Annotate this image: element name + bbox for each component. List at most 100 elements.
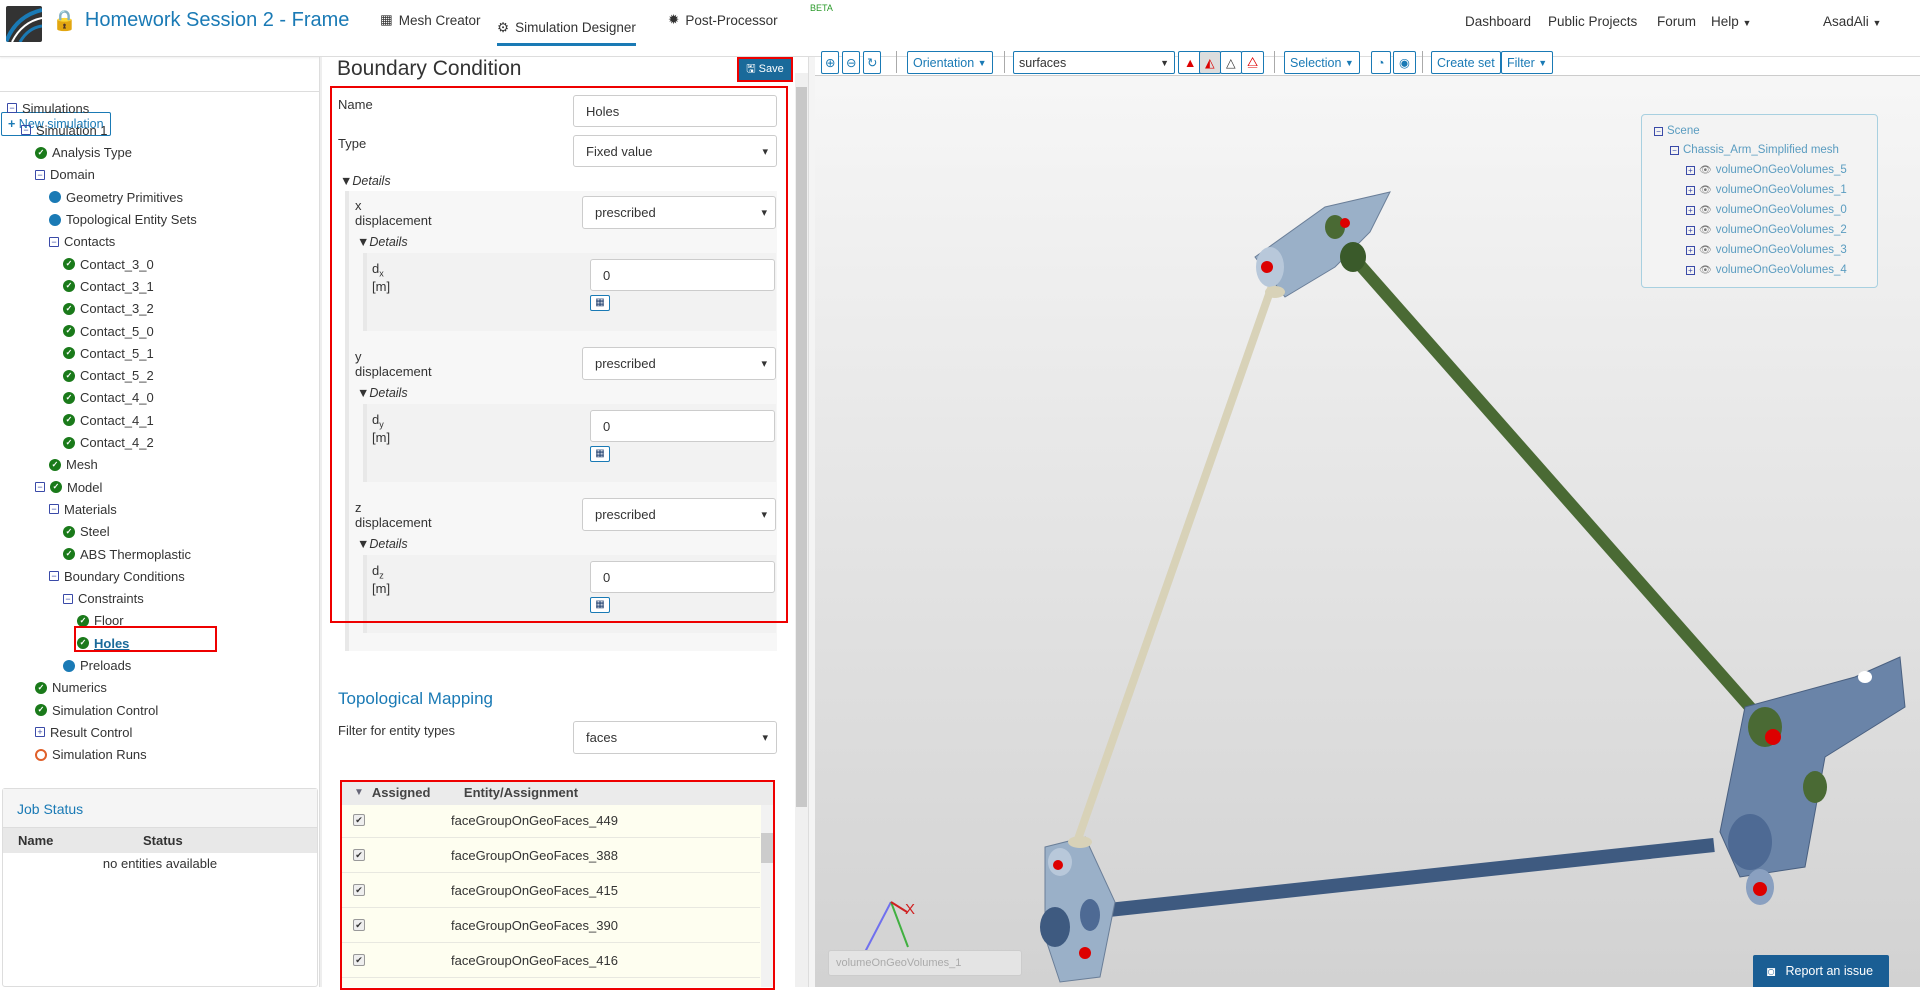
- expand-icon[interactable]: +: [1686, 185, 1695, 195]
- eye-icon[interactable]: 👁: [1699, 245, 1712, 256]
- displacement-value-input[interactable]: 0: [590, 410, 775, 442]
- tree-item[interactable]: ✓ Contact_5_0: [63, 321, 154, 341]
- table-scrollbar[interactable]: [761, 805, 774, 987]
- panel-splitter-left[interactable]: [320, 57, 322, 987]
- report-issue-button[interactable]: ◙ Report an issue: [1753, 955, 1889, 987]
- type-select[interactable]: Fixed value: [573, 135, 777, 167]
- collapse-icon[interactable]: −: [7, 103, 17, 113]
- scene-volume[interactable]: + 👁 volumeOnGeoVolumes_3: [1686, 244, 1847, 256]
- eye-icon[interactable]: 👁: [1699, 225, 1712, 236]
- expand-icon[interactable]: +: [1686, 165, 1695, 175]
- expand-icon[interactable]: +: [1686, 245, 1695, 255]
- blue-rod[interactable]: [1089, 838, 1715, 919]
- tree-item[interactable]: ✓ Contact_4_2: [63, 433, 154, 453]
- collapse-icon[interactable]: −: [1654, 126, 1663, 136]
- nav-post-processor[interactable]: ✹ Post-Processor: [668, 12, 778, 28]
- green-rod[interactable]: [1348, 253, 1768, 726]
- tree-item[interactable]: − Simulation 1: [21, 120, 108, 140]
- panel-splitter[interactable]: [808, 57, 815, 987]
- collapse-icon[interactable]: −: [49, 571, 59, 582]
- tree-item[interactable]: − Contacts: [49, 232, 115, 252]
- table-input-button[interactable]: ▦: [590, 446, 610, 462]
- collapse-icon[interactable]: −: [49, 236, 59, 247]
- details-toggle[interactable]: ▼Details: [357, 386, 408, 400]
- assigned-checkbox[interactable]: ✔: [353, 814, 365, 826]
- scene-volume[interactable]: + 👁 volumeOnGeoVolumes_4: [1686, 264, 1847, 276]
- app-logo[interactable]: [6, 6, 42, 42]
- tree-item[interactable]: ✓ Numerics: [35, 678, 107, 698]
- name-input[interactable]: Holes: [573, 95, 777, 127]
- table-row[interactable]: ✔ faceGroupOnGeoFaces_415: [340, 873, 760, 908]
- tree-item[interactable]: Geometry Primitives: [49, 187, 183, 207]
- nav-public-projects[interactable]: Public Projects: [1548, 14, 1637, 29]
- tree-item[interactable]: ✓ Mesh: [49, 455, 98, 475]
- column-status[interactable]: Status: [143, 833, 183, 848]
- nav-help[interactable]: Help ▼: [1711, 14, 1751, 29]
- table-row[interactable]: ✔ faceGroupOnGeoFaces_416: [340, 943, 760, 978]
- nav-simulation-designer[interactable]: ⚙ Simulation Designer: [497, 12, 636, 46]
- displacement-mode-select[interactable]: prescribed: [582, 347, 776, 380]
- scene-volume[interactable]: + 👁 volumeOnGeoVolumes_2: [1686, 224, 1847, 236]
- bottom-left-joint[interactable]: [1040, 836, 1116, 983]
- displacement-mode-select[interactable]: prescribed: [582, 498, 776, 531]
- tree-item[interactable]: − ✓ Model: [35, 477, 102, 497]
- table-row[interactable]: ✔ faceGroupOnGeoFaces_388: [340, 838, 760, 873]
- table-row[interactable]: ✔ faceGroupOnGeoFaces_449: [340, 803, 760, 838]
- collapse-icon[interactable]: −: [21, 125, 31, 136]
- nav-forum[interactable]: Forum: [1657, 14, 1696, 29]
- tree-item[interactable]: − Domain: [35, 165, 95, 185]
- tree-item[interactable]: − Materials: [49, 499, 117, 519]
- tree-item[interactable]: Simulation Runs: [35, 745, 147, 765]
- eye-icon[interactable]: 👁: [1699, 185, 1712, 196]
- assigned-checkbox[interactable]: ✔: [353, 884, 365, 896]
- form-scrollbar[interactable]: [795, 73, 808, 987]
- eye-icon[interactable]: 👁: [1699, 165, 1712, 176]
- column-name[interactable]: Name: [3, 833, 143, 848]
- table-input-button[interactable]: ▦: [590, 597, 610, 613]
- tree-item[interactable]: − Constraints: [63, 589, 144, 609]
- table-row[interactable]: ✔ faceGroupOnGeoFaces_390: [340, 908, 760, 943]
- expand-icon[interactable]: +: [35, 727, 45, 738]
- tree-item[interactable]: ✓ Analysis Type: [35, 143, 132, 163]
- assigned-checkbox[interactable]: ✔: [353, 919, 365, 931]
- tree-item[interactable]: ✓ Steel: [63, 522, 110, 542]
- details-toggle[interactable]: ▼Details: [340, 174, 391, 188]
- scene-volume[interactable]: + 👁 volumeOnGeoVolumes_1: [1686, 184, 1847, 196]
- scene-volume[interactable]: + 👁 volumeOnGeoVolumes_0: [1686, 204, 1847, 216]
- tree-item[interactable]: ✓ Contact_4_1: [63, 410, 154, 430]
- expand-icon[interactable]: +: [1686, 205, 1695, 215]
- 3d-viewer[interactable]: ⊕ ⊖ ↻ Orientation ▼ surfaces ▼ ▲ ◭ △ ⧋ Se…: [815, 51, 1920, 987]
- scene-root[interactable]: − Scene: [1654, 125, 1700, 137]
- table-input-button[interactable]: ▦: [590, 295, 610, 311]
- collapse-icon[interactable]: −: [1670, 145, 1679, 155]
- expand-icon[interactable]: +: [1686, 265, 1695, 275]
- eye-icon[interactable]: 👁: [1699, 265, 1712, 276]
- collapse-icon[interactable]: −: [35, 482, 45, 493]
- tree-item[interactable]: Topological Entity Sets: [49, 210, 197, 230]
- details-toggle[interactable]: ▼Details: [357, 537, 408, 551]
- tree-item[interactable]: ✓ Contact_5_2: [63, 366, 154, 386]
- displacement-value-input[interactable]: 0: [590, 561, 775, 593]
- displacement-value-input[interactable]: 0: [590, 259, 775, 291]
- tree-item[interactable]: ✓ Contact_3_2: [63, 299, 154, 319]
- scene-volume[interactable]: + 👁 volumeOnGeoVolumes_5: [1686, 164, 1847, 176]
- right-joint[interactable]: [1719, 656, 1906, 905]
- assigned-checkbox[interactable]: ✔: [353, 954, 365, 966]
- entity-filter-select[interactable]: faces: [573, 721, 777, 754]
- expand-icon[interactable]: +: [1686, 225, 1695, 235]
- nav-dashboard[interactable]: Dashboard: [1465, 14, 1531, 29]
- tan-rod[interactable]: [1074, 261, 1284, 841]
- collapse-icon[interactable]: −: [35, 169, 45, 180]
- column-entity[interactable]: Entity/Assignment: [464, 785, 578, 800]
- scene-mesh[interactable]: − Chassis_Arm_Simplified mesh: [1670, 144, 1839, 156]
- tree-item[interactable]: ✓ ABS Thermoplastic: [63, 544, 191, 564]
- collapse-icon[interactable]: −: [63, 593, 73, 604]
- sort-caret-icon[interactable]: ▼: [354, 787, 364, 798]
- displacement-mode-select[interactable]: prescribed: [582, 196, 776, 229]
- collapse-icon[interactable]: −: [49, 504, 59, 515]
- tree-item[interactable]: Preloads: [63, 656, 131, 676]
- save-button[interactable]: 🖫 Save: [737, 57, 793, 82]
- tree-item[interactable]: ✓ Floor: [77, 611, 124, 631]
- tree-item[interactable]: ✓ Contact_5_1: [63, 343, 154, 363]
- eye-icon[interactable]: 👁: [1699, 205, 1712, 216]
